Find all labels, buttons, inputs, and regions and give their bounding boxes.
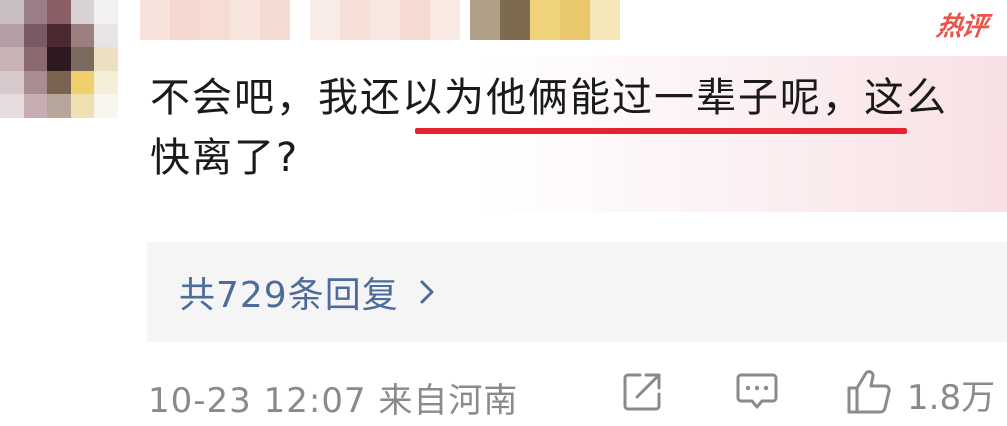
chevron-right-icon: [417, 274, 441, 310]
like-button[interactable]: 1.8万: [845, 370, 995, 418]
like-count: 1.8万: [907, 377, 996, 418]
username-blurred[interactable]: [140, 0, 620, 40]
share-icon: [620, 370, 664, 418]
replies-count-label: 共729条回复: [179, 275, 399, 316]
share-button[interactable]: [620, 370, 664, 418]
timestamp-location: 10-23 12:07 来自河南: [148, 381, 519, 421]
comment-card: 热评 不会吧，我还以为他俩能过一辈子呢，这么快离了? 共729条回复 10-23…: [0, 0, 1007, 426]
view-replies-button[interactable]: 共729条回复: [147, 242, 1007, 342]
red-underline-annotation: [415, 128, 907, 134]
avatar[interactable]: [0, 0, 118, 118]
hot-comment-badge: 热评: [934, 12, 989, 42]
comment-button[interactable]: [734, 370, 780, 418]
comment-icon: [734, 369, 780, 419]
thumbs-up-icon: [845, 368, 893, 420]
